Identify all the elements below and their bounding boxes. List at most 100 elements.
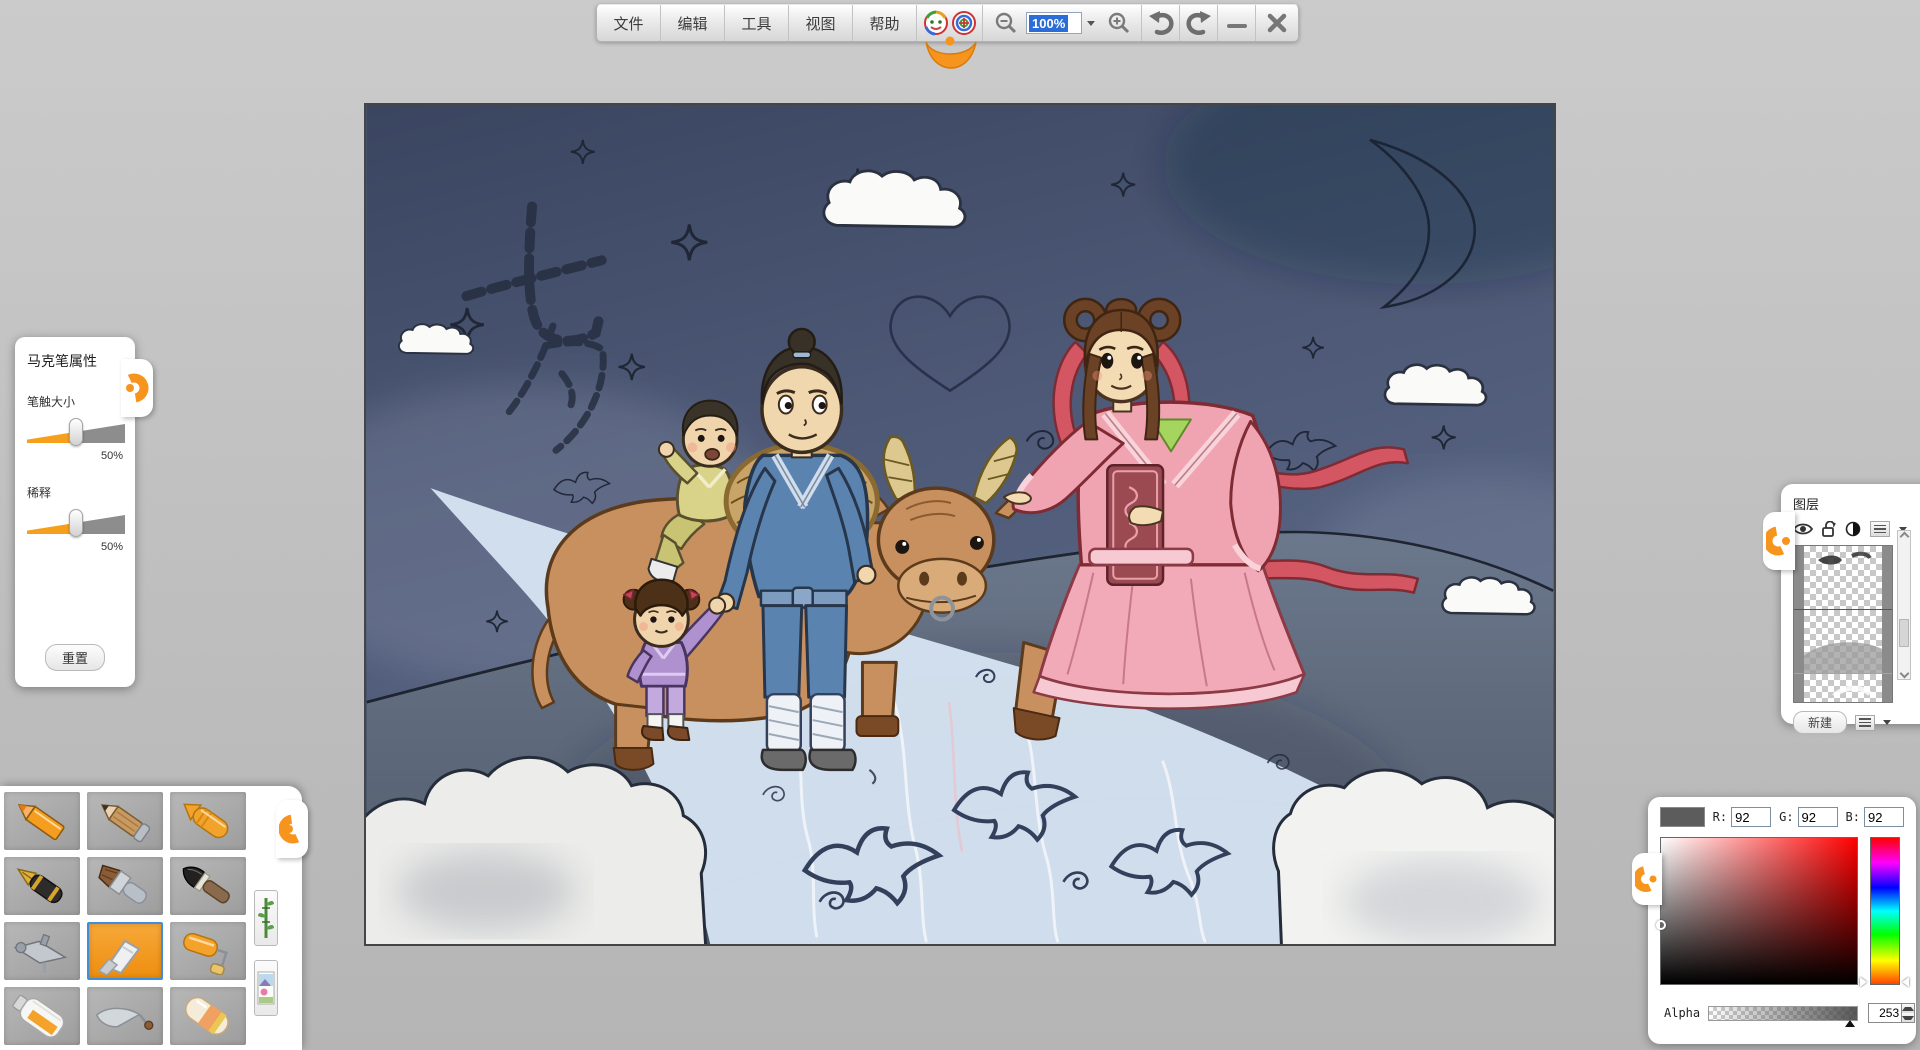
tool-colored-pencil[interactable] xyxy=(4,792,80,850)
menu-help[interactable]: 帮助 xyxy=(853,5,917,41)
picture-stamp-button[interactable] xyxy=(254,960,278,1016)
color-panel-collapse-handle[interactable] xyxy=(1632,853,1662,905)
redo-arrow-icon xyxy=(1185,11,1211,35)
color-picker-panel: R: G: B: Alpha xyxy=(1632,797,1916,1044)
brush-size-slider[interactable] xyxy=(27,418,125,446)
alpha-input[interactable] xyxy=(1868,1003,1903,1023)
zoom-controls: 100% xyxy=(983,5,1141,41)
hue-marker-right[interactable] xyxy=(1902,977,1909,987)
menu-tools[interactable]: 工具 xyxy=(725,5,789,41)
saturation-value-field[interactable] xyxy=(1656,837,1858,985)
tool-palette xyxy=(0,786,308,1050)
scroll-up-icon[interactable] xyxy=(1899,531,1909,542)
marker-panel-collapse-handle[interactable] xyxy=(121,359,153,417)
layers-bottom-menu-button[interactable] xyxy=(1855,714,1876,731)
layers-panel: 图层 新建 xyxy=(1763,484,1920,734)
panel-grip-icon xyxy=(1766,526,1792,556)
hue-marker-left[interactable] xyxy=(1860,977,1867,987)
undo-button[interactable] xyxy=(1142,5,1179,41)
reset-button[interactable]: 重置 xyxy=(44,644,106,671)
brush-size-value: 50% xyxy=(100,450,123,462)
sv-marker[interactable] xyxy=(1656,919,1666,930)
dilution-value: 50% xyxy=(100,541,123,553)
qixi-illustration xyxy=(366,105,1554,944)
menu-file[interactable]: 文件 xyxy=(597,5,661,41)
tool-ink-brush[interactable] xyxy=(170,857,246,915)
tool-paint-roller[interactable] xyxy=(170,922,246,980)
undo-arrow-icon xyxy=(1148,11,1174,35)
minus-icon xyxy=(1226,24,1247,28)
menu-edit[interactable]: 编辑 xyxy=(661,5,725,41)
half-tone-circle-icon[interactable] xyxy=(1845,521,1861,537)
magnifier-minus-icon xyxy=(995,12,1016,34)
scroll-thumb[interactable] xyxy=(1899,619,1909,647)
layers-bottom-menu-caret-icon[interactable] xyxy=(1883,720,1892,725)
tool-palette-rail xyxy=(246,786,308,1050)
g-input[interactable] xyxy=(1797,807,1838,827)
zoom-out-button[interactable] xyxy=(987,11,1024,35)
dilution-label: 稀释 xyxy=(27,486,52,500)
layer-scrollbar[interactable] xyxy=(1897,530,1911,680)
unlock-icon[interactable] xyxy=(1822,521,1836,537)
close-button[interactable] xyxy=(1256,5,1298,41)
tool-eraser[interactable] xyxy=(170,987,246,1045)
toolbar: 文件 编辑 工具 视图 帮助 100% xyxy=(596,4,1299,69)
layer-row-partial[interactable] xyxy=(1794,674,1892,702)
brush-size-handle[interactable] xyxy=(69,418,83,446)
drawing-canvas[interactable] xyxy=(364,103,1556,946)
new-layer-button[interactable]: 新建 xyxy=(1793,711,1848,734)
alpha-spinner[interactable] xyxy=(1902,1003,1916,1023)
tool-marker-selected[interactable] xyxy=(87,922,163,980)
r-input[interactable] xyxy=(1731,807,1772,827)
tool-paint-tube[interactable] xyxy=(4,987,80,1045)
tool-flat-brush[interactable] xyxy=(87,857,163,915)
bamboo-icon xyxy=(258,898,274,938)
b-label: B: xyxy=(1845,810,1860,824)
bamboo-stamp-button[interactable] xyxy=(254,890,278,946)
tool-pencil[interactable] xyxy=(87,792,163,850)
current-color-swatch xyxy=(1660,807,1705,827)
g-label: G: xyxy=(1779,810,1794,824)
tool-fountain-pen[interactable] xyxy=(4,857,80,915)
panel-grip-icon xyxy=(1635,866,1659,892)
zoom-dropdown-button[interactable] xyxy=(1084,12,1098,34)
spinner-up-icon[interactable] xyxy=(1902,1004,1915,1013)
alpha-label: Alpha xyxy=(1664,1006,1701,1020)
tool-palette-collapse-handle[interactable] xyxy=(276,800,308,858)
dilution-slider[interactable] xyxy=(27,509,125,537)
b-input[interactable] xyxy=(1864,807,1904,827)
tool-airbrush[interactable] xyxy=(4,922,80,980)
zoom-level-field[interactable]: 100% xyxy=(1026,12,1082,34)
redo-button[interactable] xyxy=(1180,5,1217,41)
panel-grip-icon xyxy=(279,814,305,844)
spinner-down-icon[interactable] xyxy=(1902,1013,1915,1022)
tool-grid xyxy=(0,786,246,1050)
alpha-pointer[interactable] xyxy=(1845,1019,1856,1027)
hue-bar[interactable] xyxy=(1870,837,1900,985)
picture-icon xyxy=(257,971,275,1005)
marker-properties-panel: 马克笔属性 笔触大小 50% 稀释 50% 重置 xyxy=(15,337,153,687)
alpha-slider[interactable] xyxy=(1708,1005,1859,1027)
scroll-down-icon[interactable] xyxy=(1899,668,1909,679)
tool-crayon[interactable] xyxy=(170,792,246,850)
zoom-in-button[interactable] xyxy=(1100,11,1137,35)
visibility-eye-icon[interactable] xyxy=(1793,522,1813,536)
layer-list xyxy=(1793,545,1893,703)
layers-panel-collapse-handle[interactable] xyxy=(1763,512,1795,570)
marker-panel-title: 马克笔属性 xyxy=(27,353,97,369)
brush-size-label: 笔触大小 xyxy=(27,395,76,409)
layer-menu-button[interactable] xyxy=(1870,521,1890,537)
magnifier-plus-icon xyxy=(1108,12,1129,34)
layer-row-paint-selected[interactable] xyxy=(1794,610,1892,674)
clown-face-logo-icon xyxy=(917,5,983,69)
desktop: 文件 编辑 工具 视图 帮助 100% 马克笔属性 笔触大小 50% 稀释 50… xyxy=(0,0,1920,1050)
r-label: R: xyxy=(1712,810,1728,824)
panel-grip-icon xyxy=(124,373,149,403)
chevron-down-icon xyxy=(1087,20,1095,26)
minimize-button[interactable] xyxy=(1218,5,1255,41)
tool-palette-knife[interactable] xyxy=(87,987,163,1045)
layers-panel-title: 图层 xyxy=(1793,497,1820,512)
layer-row-sketch[interactable] xyxy=(1794,546,1892,610)
menu-view[interactable]: 视图 xyxy=(789,5,853,41)
dilution-handle[interactable] xyxy=(69,509,83,537)
